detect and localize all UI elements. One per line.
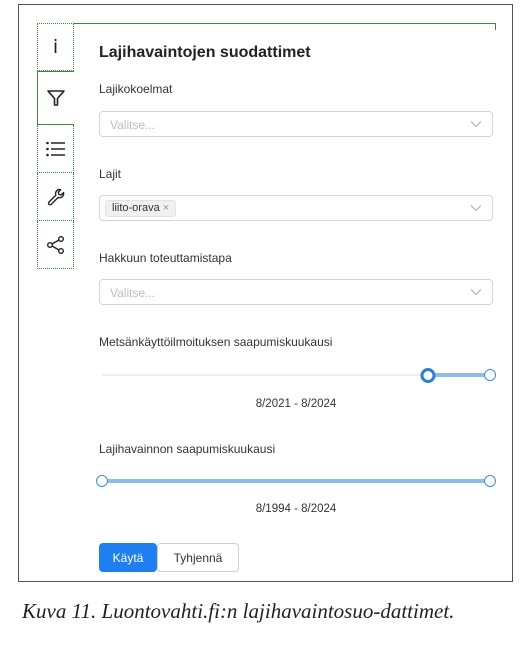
tool-list[interactable] — [37, 125, 74, 173]
harvest-method-select[interactable]: Valitse... — [99, 279, 493, 305]
slider-start-handle[interactable] — [96, 475, 108, 487]
harvest-method-placeholder: Valitse... — [110, 286, 156, 300]
observation-month-range: 8/1994 - 8/2024 — [255, 503, 337, 515]
observation-month-slider[interactable] — [96, 475, 496, 487]
species-collections-select[interactable]: Valitse... — [99, 111, 493, 137]
filter-icon — [47, 90, 65, 106]
slider-start-handle[interactable] — [420, 367, 436, 383]
forest-notice-month-label: Metsänkäyttöilmoituksen saapumiskuukausi — [99, 335, 333, 349]
species-collections-label: Lajikokoelmat — [99, 82, 173, 96]
species-tag-label: liito-orava — [112, 202, 160, 214]
species-tag: liito-orava × — [105, 200, 177, 217]
share-icon — [46, 235, 64, 254]
tool-filter[interactable] — [37, 71, 74, 125]
chevron-down-icon — [470, 289, 482, 296]
apply-button[interactable]: Käytä — [99, 543, 157, 572]
tool-settings[interactable] — [37, 173, 74, 221]
panel-top-border — [74, 23, 495, 24]
tool-info[interactable]: i — [37, 23, 74, 71]
info-icon: i — [52, 35, 59, 58]
panel-title: Lajihavaintojen suodattimet — [99, 44, 311, 61]
tag-remove-icon[interactable]: × — [163, 202, 169, 214]
harvest-method-label: Hakkuun toteuttamistapa — [99, 251, 232, 265]
tool-share[interactable] — [37, 221, 74, 269]
slider-track — [427, 373, 490, 377]
slider-end-handle[interactable] — [484, 369, 496, 381]
observation-month-label: Lajihavainnon saapumiskuukausi — [99, 442, 276, 456]
clear-button[interactable]: Tyhjennä — [157, 543, 239, 572]
slider-track — [102, 479, 490, 483]
chevron-down-icon — [470, 205, 482, 212]
species-select[interactable]: liito-orava × — [99, 195, 493, 221]
panel-right-border — [495, 23, 496, 30]
forest-notice-month-range: 8/2021 - 8/2024 — [255, 398, 337, 410]
slider-end-handle[interactable] — [484, 475, 496, 487]
list-icon — [45, 141, 65, 156]
chevron-down-icon — [470, 121, 482, 128]
figure-caption: Kuva 11. Luontovahti.fi:n lajihavaintosu… — [22, 599, 455, 623]
species-label: Lajit — [99, 167, 122, 181]
forest-notice-month-slider[interactable] — [102, 367, 496, 383]
wrench-icon — [47, 188, 64, 205]
side-toolbar: i — [37, 23, 74, 269]
species-collections-placeholder: Valitse... — [110, 118, 156, 132]
